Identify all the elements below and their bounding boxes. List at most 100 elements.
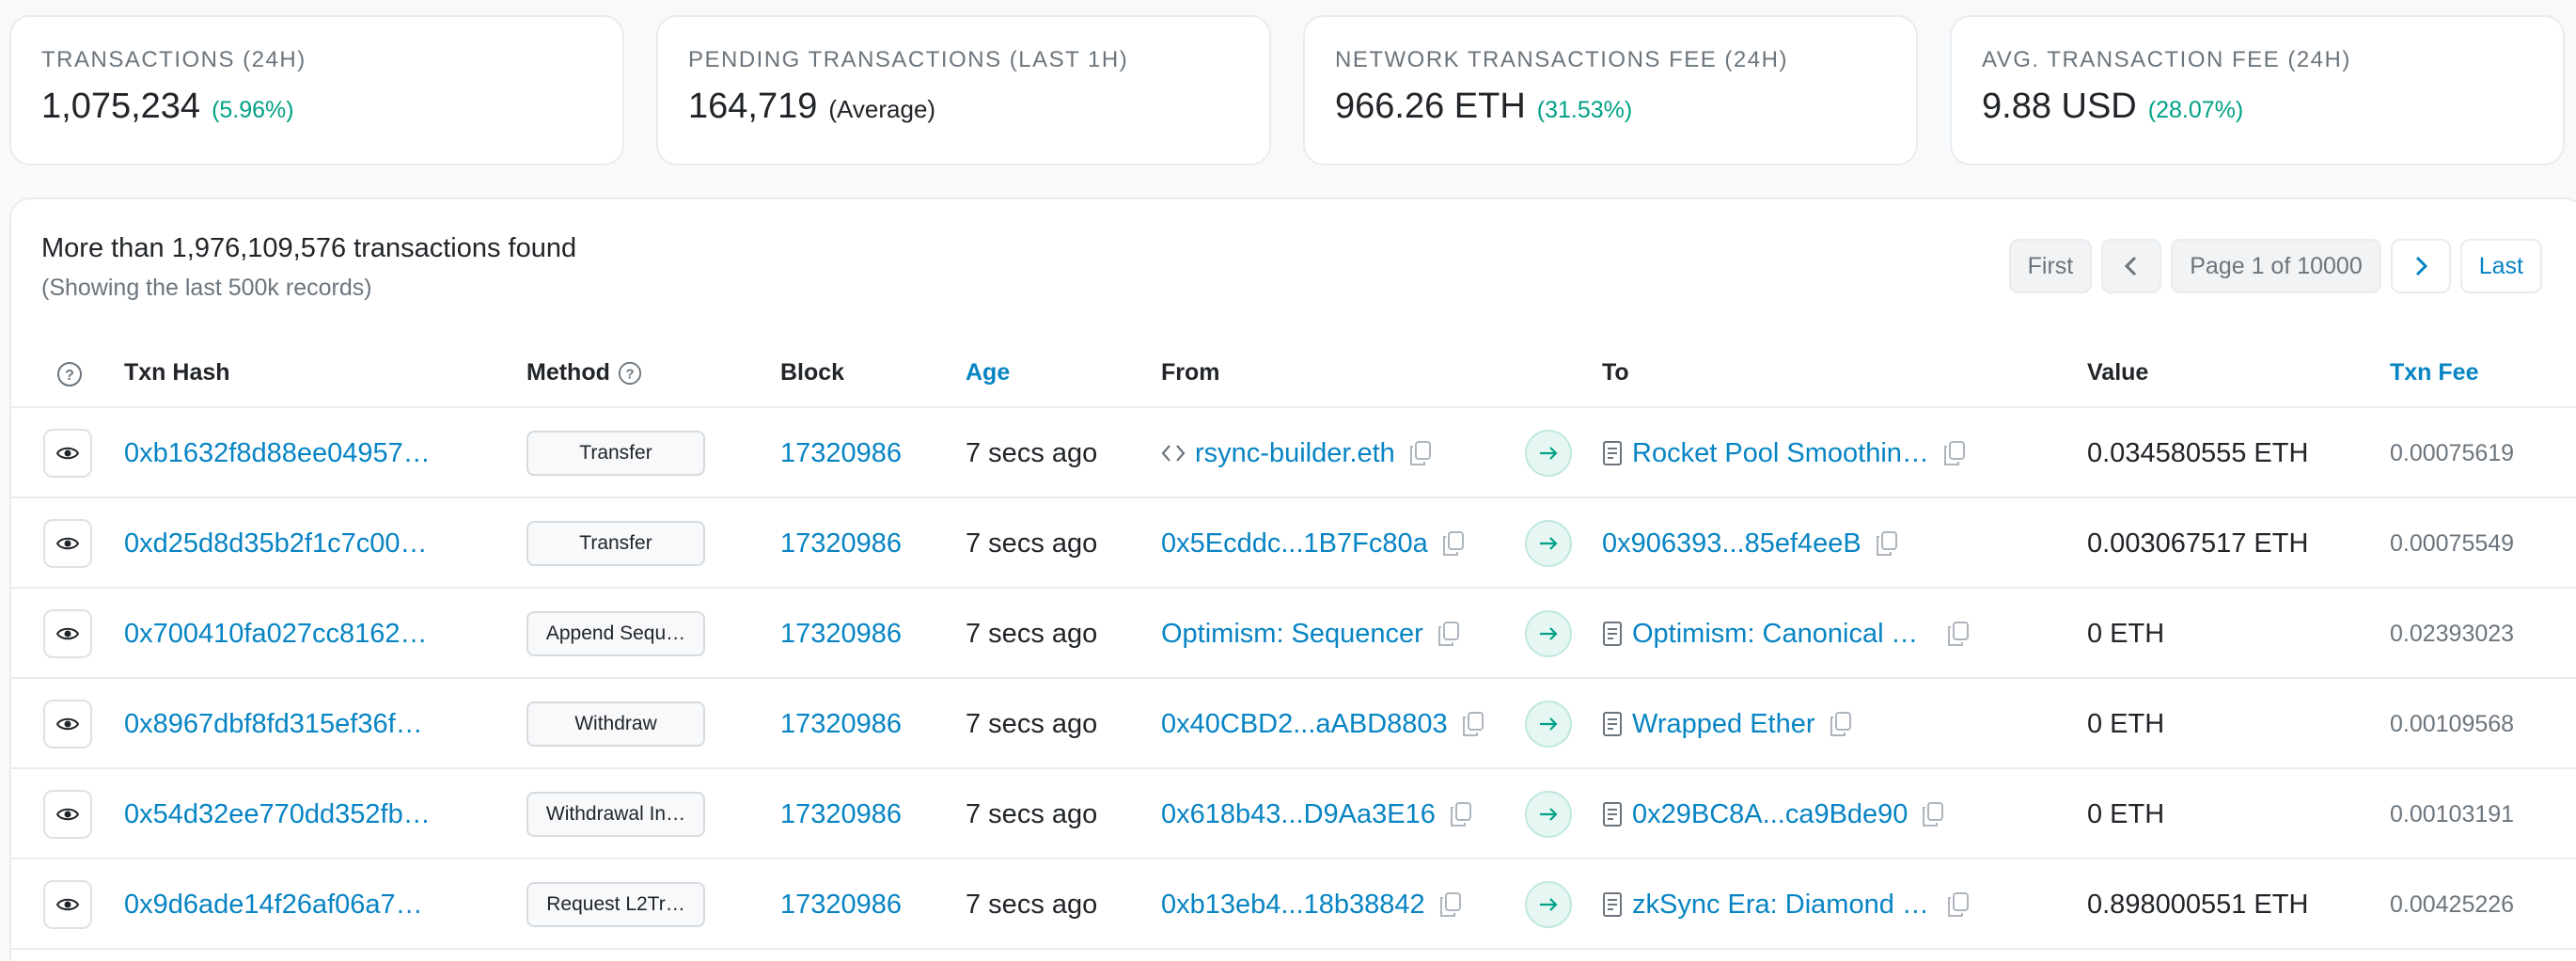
preview-button[interactable] bbox=[43, 519, 92, 568]
age-text: 7 secs ago bbox=[966, 708, 1098, 739]
to-address-link[interactable]: Wrapped Ether bbox=[1632, 709, 1815, 740]
stat-change: (5.96%) bbox=[212, 97, 294, 123]
chevron-left-icon bbox=[2125, 256, 2137, 276]
copy-icon[interactable] bbox=[1921, 801, 1945, 827]
stat-card-avg-fee: AVG. TRANSACTION FEE (24H) 9.88 USD (28.… bbox=[1950, 15, 2565, 165]
eye-icon bbox=[56, 717, 79, 731]
stat-note: (Average) bbox=[828, 95, 936, 123]
help-circle-icon[interactable]: ? bbox=[56, 361, 83, 387]
eye-icon bbox=[56, 898, 79, 911]
txn-hash-link[interactable]: 0xb1632f8d88ee04957… bbox=[124, 438, 431, 469]
age-text: 7 secs ago bbox=[966, 798, 1098, 829]
method-badge: Withdraw bbox=[526, 701, 705, 747]
column-method: Method ? bbox=[526, 359, 642, 386]
stat-label: NETWORK TRANSACTIONS FEE (24H) bbox=[1335, 47, 1788, 72]
txn-hash-link[interactable]: 0x700410fa027cc8162… bbox=[124, 619, 427, 650]
from-address-link[interactable]: 0x40CBD2...aABD8803 bbox=[1161, 709, 1448, 740]
stat-value: 966.26 ETH bbox=[1335, 87, 1526, 126]
table-row: 0x9d6ade14f26af06a7… Request L2Tr… 17320… bbox=[11, 859, 2576, 950]
to-address-link[interactable]: 0x29BC8A...ca9Bde90 bbox=[1632, 799, 1908, 830]
copy-icon[interactable] bbox=[1829, 711, 1853, 737]
column-from: From bbox=[1161, 359, 1220, 386]
txn-fee-amount: 0.00425226 bbox=[2390, 890, 2515, 918]
block-link[interactable]: 17320986 bbox=[780, 438, 902, 469]
preview-button[interactable] bbox=[43, 880, 92, 929]
stat-label: PENDING TRANSACTIONS (LAST 1H) bbox=[688, 47, 1129, 72]
stat-label: AVG. TRANSACTION FEE (24H) bbox=[1982, 47, 2351, 72]
copy-icon[interactable] bbox=[1437, 621, 1461, 647]
arrow-right-icon bbox=[1525, 430, 1572, 477]
age-text: 7 secs ago bbox=[966, 528, 1098, 559]
txn-hash-link[interactable]: 0xd25d8d35b2f1c7c00… bbox=[124, 528, 427, 559]
from-address-link[interactable]: 0x618b43...D9Aa3E16 bbox=[1161, 799, 1436, 830]
column-to: To bbox=[1602, 359, 1629, 386]
txn-fee-amount: 0.02393023 bbox=[2390, 620, 2515, 647]
preview-button[interactable] bbox=[43, 790, 92, 839]
help-circle-icon[interactable]: ? bbox=[618, 361, 642, 386]
to-address-link[interactable]: Rocket Pool Smoothin… bbox=[1632, 438, 1929, 469]
copy-icon[interactable] bbox=[1449, 801, 1473, 827]
value-amount: 0.003067517 ETH bbox=[2087, 528, 2309, 559]
contract-file-icon bbox=[1602, 711, 1623, 737]
txn-fee-amount: 0.00109568 bbox=[2390, 710, 2515, 737]
age-text: 7 secs ago bbox=[966, 618, 1098, 649]
value-amount: 0 ETH bbox=[2087, 798, 2165, 829]
eye-icon bbox=[56, 808, 79, 821]
column-method-label: Method bbox=[526, 359, 610, 386]
method-badge: Transfer bbox=[526, 431, 705, 476]
from-address-link[interactable]: 0xb13eb4...18b38842 bbox=[1161, 890, 1425, 921]
arrow-right-icon bbox=[1525, 610, 1572, 657]
next-page-button[interactable] bbox=[2390, 239, 2451, 293]
txn-hash-link[interactable]: 0x9d6ade14f26af06a7… bbox=[124, 890, 423, 921]
transactions-found-title: More than 1,976,109,576 transactions fou… bbox=[41, 233, 577, 263]
stat-card-network-fee: NETWORK TRANSACTIONS FEE (24H) 966.26 ET… bbox=[1303, 15, 1918, 165]
stat-value: 1,075,234 bbox=[41, 87, 201, 126]
copy-icon[interactable] bbox=[1438, 891, 1463, 918]
contract-file-icon bbox=[1602, 801, 1623, 827]
eye-icon bbox=[56, 537, 79, 550]
copy-icon[interactable] bbox=[1946, 621, 1971, 647]
contract-file-icon bbox=[1602, 621, 1623, 647]
copy-icon[interactable] bbox=[1441, 530, 1466, 557]
method-badge: Request L2Tr… bbox=[526, 882, 705, 927]
age-text: 7 secs ago bbox=[966, 437, 1098, 468]
column-age[interactable]: Age bbox=[966, 359, 1010, 386]
from-address-link[interactable]: 0x5Ecddc...1B7Fc80a bbox=[1161, 528, 1428, 559]
to-address-link[interactable]: Optimism: Canonical Tr… bbox=[1632, 619, 1933, 650]
arrow-right-icon bbox=[1525, 701, 1572, 748]
copy-icon[interactable] bbox=[1461, 711, 1485, 737]
last-page-button[interactable]: Last bbox=[2459, 239, 2542, 293]
arrow-right-icon bbox=[1525, 881, 1572, 928]
stat-change: (31.53%) bbox=[1536, 97, 1633, 123]
preview-button[interactable] bbox=[43, 429, 92, 478]
column-value: Value bbox=[2087, 359, 2149, 386]
block-link[interactable]: 17320986 bbox=[780, 528, 902, 559]
stat-label: TRANSACTIONS (24H) bbox=[41, 47, 306, 72]
block-link[interactable]: 17320986 bbox=[780, 709, 902, 740]
value-amount: 0 ETH bbox=[2087, 708, 2165, 739]
stat-change: (28.07%) bbox=[2147, 97, 2244, 123]
copy-icon[interactable] bbox=[1946, 891, 1971, 918]
stat-value: 9.88 USD bbox=[1982, 87, 2137, 126]
arrow-right-icon bbox=[1525, 791, 1572, 838]
preview-button[interactable] bbox=[43, 609, 92, 658]
first-page-button[interactable]: First bbox=[2008, 239, 2093, 293]
from-address-link[interactable]: Optimism: Sequencer bbox=[1161, 619, 1423, 650]
txn-hash-link[interactable]: 0x8967dbf8fd315ef36f… bbox=[124, 709, 423, 740]
txn-hash-link[interactable]: 0x54d32ee770dd352fb… bbox=[124, 799, 431, 830]
copy-icon[interactable] bbox=[1408, 440, 1433, 466]
transactions-card: More than 1,976,109,576 transactions fou… bbox=[9, 197, 2576, 961]
transactions-found-subtitle: (Showing the last 500k records) bbox=[41, 275, 372, 301]
table-row: 0xb1632f8d88ee04957… Transfer 17320986 7… bbox=[11, 408, 2576, 498]
block-link[interactable]: 17320986 bbox=[780, 619, 902, 650]
block-link[interactable]: 17320986 bbox=[780, 799, 902, 830]
copy-icon[interactable] bbox=[1875, 530, 1899, 557]
column-txn-fee[interactable]: Txn Fee bbox=[2390, 359, 2478, 386]
to-address-link[interactable]: zkSync Era: Diamond P… bbox=[1632, 890, 1933, 921]
block-link[interactable]: 17320986 bbox=[780, 890, 902, 921]
copy-icon[interactable] bbox=[1942, 440, 1967, 466]
from-address-link[interactable]: rsync-builder.eth bbox=[1195, 438, 1395, 469]
preview-button[interactable] bbox=[43, 700, 92, 748]
to-address-link[interactable]: 0x906393...85ef4eeB bbox=[1602, 528, 1861, 559]
prev-page-button[interactable] bbox=[2101, 239, 2162, 293]
